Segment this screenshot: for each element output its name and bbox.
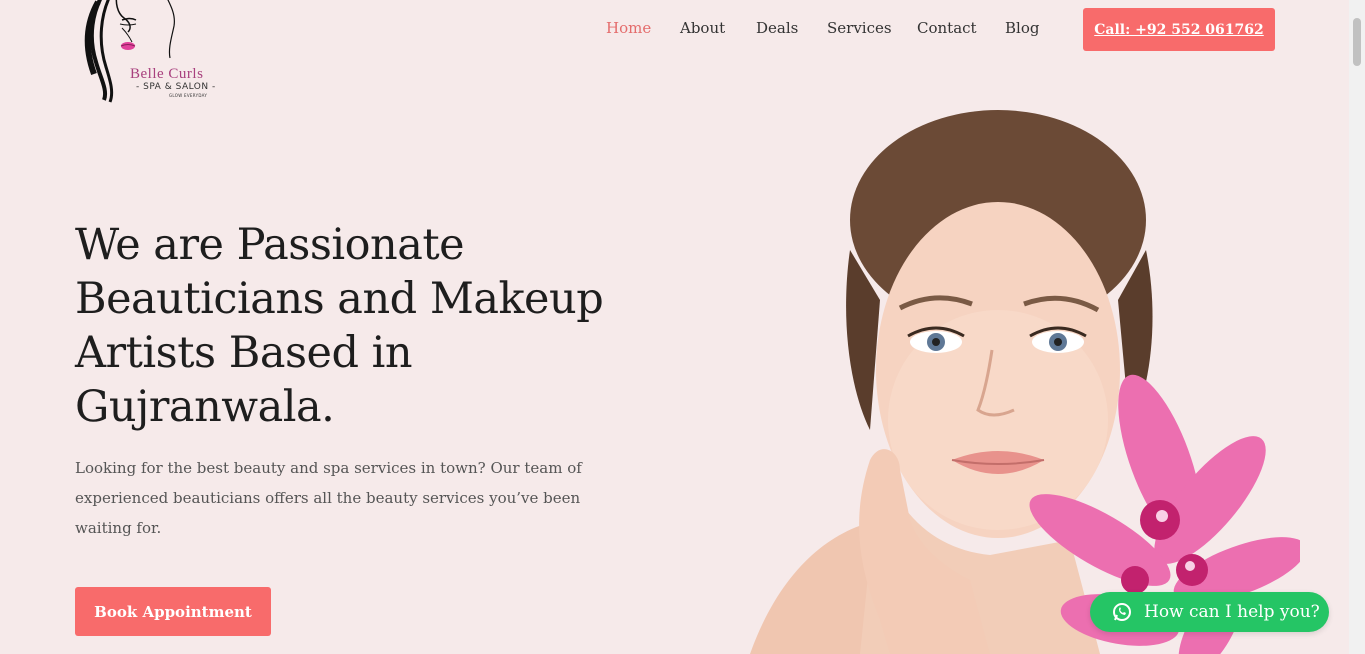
whatsapp-label: How can I help you? bbox=[1144, 602, 1320, 622]
nav-item-services[interactable]: Services bbox=[827, 19, 892, 37]
call-button[interactable]: Call: +92 552 061762 bbox=[1083, 8, 1275, 51]
whatsapp-icon bbox=[1112, 602, 1132, 622]
page-scrollbar[interactable] bbox=[1349, 0, 1365, 654]
page: Belle Curls - SPA & SALON - GLOW EVERYDA… bbox=[0, 0, 1349, 654]
brand-subtitle: - SPA & SALON - bbox=[136, 82, 216, 92]
brand-logo[interactable]: Belle Curls - SPA & SALON - GLOW EVERYDA… bbox=[74, 0, 234, 104]
nav-item-about[interactable]: About bbox=[680, 19, 725, 37]
brand-tagline: GLOW EVERYDAY bbox=[169, 93, 208, 98]
scrollbar-thumb[interactable] bbox=[1353, 18, 1361, 66]
nav-item-deals[interactable]: Deals bbox=[756, 19, 798, 37]
hero-model-image bbox=[740, 100, 1307, 654]
whatsapp-chat-button[interactable]: How can I help you? bbox=[1090, 592, 1329, 632]
hero-title: We are Passionate Beauticians and Makeup… bbox=[75, 220, 604, 432]
nav-item-contact[interactable]: Contact bbox=[917, 19, 977, 37]
nav-item-home[interactable]: Home bbox=[606, 19, 651, 37]
book-appointment-button[interactable]: Book Appointment bbox=[75, 587, 271, 636]
nav-item-blog[interactable]: Blog bbox=[1005, 19, 1039, 37]
hero-description: Looking for the best beauty and spa serv… bbox=[75, 459, 582, 537]
brand-name: Belle Curls bbox=[130, 66, 204, 82]
